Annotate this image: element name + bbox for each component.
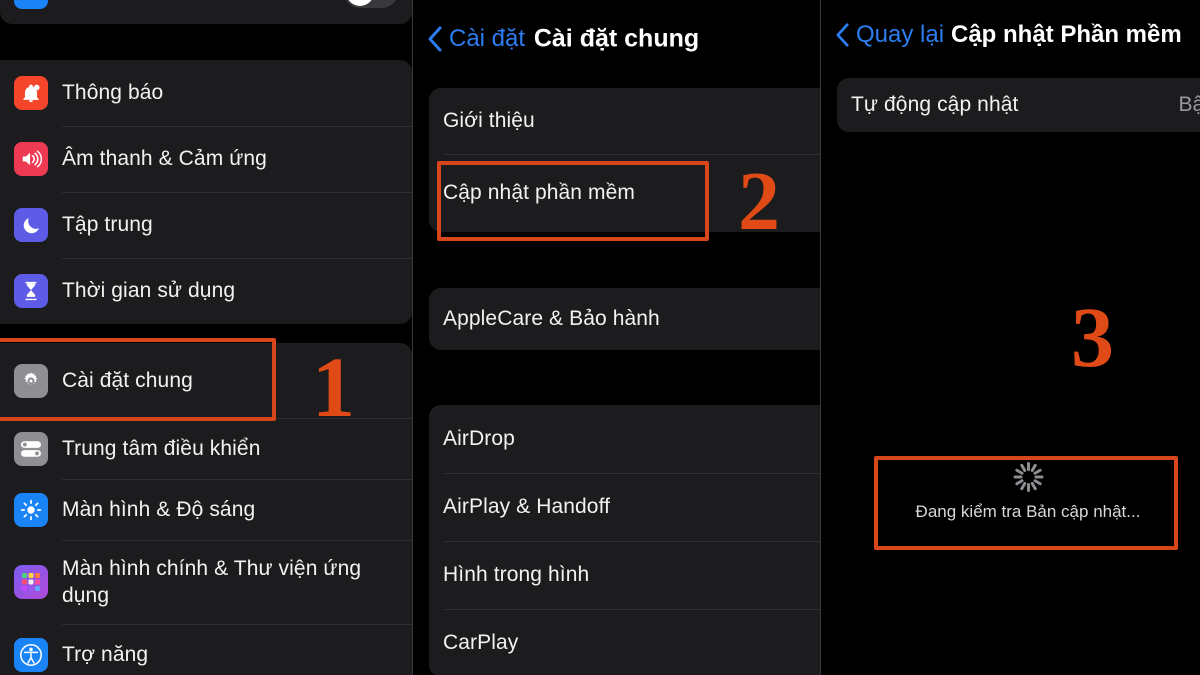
accessibility-icon — [14, 637, 48, 672]
software-update-panel: Quay lại Cập nhật Phần mềm Tự động cập n… — [820, 0, 1200, 675]
step-2-number: 2 — [738, 155, 780, 248]
step-1-number: 1 — [312, 339, 355, 435]
list-item-label: Hình trong hình — [443, 563, 590, 587]
app-grid-icon — [14, 565, 48, 599]
list-item-airplay-handoff[interactable]: AirPlay & Handoff — [429, 473, 820, 541]
general-settings-panel: Cài đặt Cài đặt chung Giới thiệu Cập nhậ… — [412, 0, 820, 675]
toggle-switch[interactable] — [344, 0, 398, 8]
page-title: Cập nhật Phần mềm — [951, 21, 1182, 48]
list-item-label: AppleCare & Bảo hành — [443, 307, 660, 331]
sidebar-item-label: Âm thanh & Cảm ứng — [62, 147, 267, 171]
settings-row-partial-top[interactable] — [0, 0, 412, 24]
list-item-label: Giới thiệu — [443, 109, 535, 133]
settings-list-panel: Thông báo Âm thanh & Cảm ứng Tập trung T… — [0, 0, 412, 675]
spinner-icon — [1013, 462, 1043, 492]
list-item-label: Tự động cập nhật — [851, 93, 1019, 117]
gear-icon — [14, 363, 48, 398]
chevron-left-icon — [836, 23, 849, 47]
settings-group-connectivity: AirDrop AirPlay & Handoff Hình trong hìn… — [429, 405, 820, 675]
speaker-icon — [14, 142, 48, 176]
navigation-bar: Quay lại Cập nhật Phần mềm — [821, 0, 1200, 70]
sidebar-item-label: Cài đặt chung — [62, 368, 193, 392]
list-item-automatic-updates[interactable]: Tự động cập nhật Bật — [837, 78, 1200, 132]
sidebar-item-label: Trợ năng — [62, 642, 149, 666]
sidebar-item-home-screen[interactable]: Màn hình chính & Thư viện ứng dụng — [0, 540, 412, 624]
screenshot-root: Thông báo Âm thanh & Cảm ứng Tập trung T… — [0, 0, 1200, 675]
step-3-number: 3 — [1071, 289, 1114, 385]
sidebar-item-screen-time[interactable]: Thời gian sử dụng — [0, 258, 412, 324]
list-item-label: Cập nhật phần mềm — [443, 181, 635, 205]
settings-group-notifications: Thông báo Âm thanh & Cảm ứng Tập trung T… — [0, 60, 412, 324]
update-status-text: Đang kiểm tra Bản cập nhật... — [915, 502, 1141, 521]
list-item-label: CarPlay — [443, 631, 519, 655]
list-item-picture-in-picture[interactable]: Hình trong hình — [429, 541, 820, 609]
sidebar-item-label: Thời gian sử dụng — [62, 279, 236, 303]
settings-group-applecare: AppleCare & Bảo hành — [429, 288, 820, 350]
brightness-icon — [14, 492, 48, 527]
list-item-label: AirPlay & Handoff — [443, 495, 611, 519]
sidebar-item-label: Trung tâm điều khiển — [62, 436, 261, 460]
update-status-block: Đang kiểm tra Bản cập nhật... — [877, 462, 1179, 522]
navigation-bar: Cài đặt Cài đặt chung — [413, 0, 820, 78]
list-item-value: Bật — [1178, 93, 1200, 116]
page-title: Cài đặt chung — [533, 24, 700, 53]
sidebar-item-accessibility[interactable]: Trợ năng — [0, 624, 412, 675]
list-item-airdrop[interactable]: AirDrop — [429, 405, 820, 473]
sidebar-item-notifications[interactable]: Thông báo — [0, 60, 412, 126]
list-item-about[interactable]: Giới thiệu — [429, 88, 820, 154]
list-item-label: AirDrop — [443, 427, 515, 451]
settings-group-automatic-updates: Tự động cập nhật Bật — [837, 78, 1200, 132]
sidebar-item-label: Màn hình chính & Thư viện ứng dụng — [62, 556, 362, 607]
back-button-label: Quay lại — [856, 21, 945, 48]
sidebar-item-display-brightness[interactable]: Màn hình & Độ sáng — [0, 479, 412, 540]
sliders-icon — [14, 431, 48, 466]
moon-icon — [14, 208, 48, 242]
sidebar-item-focus[interactable]: Tập trung — [0, 192, 412, 258]
back-button[interactable]: Quay lại — [835, 21, 944, 49]
toggle-knob — [346, 0, 374, 6]
list-item-carplay[interactable]: CarPlay — [429, 609, 820, 675]
hourglass-icon — [14, 274, 48, 308]
bell-icon — [14, 76, 48, 110]
sidebar-item-sounds-haptics[interactable]: Âm thanh & Cảm ứng — [0, 126, 412, 192]
sidebar-item-label: Thông báo — [62, 81, 164, 105]
sidebar-item-label: Màn hình & Độ sáng — [62, 497, 256, 521]
sidebar-item-label: Tập trung — [62, 213, 153, 237]
message-icon — [14, 0, 48, 9]
list-item-applecare[interactable]: AppleCare & Bảo hành — [429, 288, 820, 350]
